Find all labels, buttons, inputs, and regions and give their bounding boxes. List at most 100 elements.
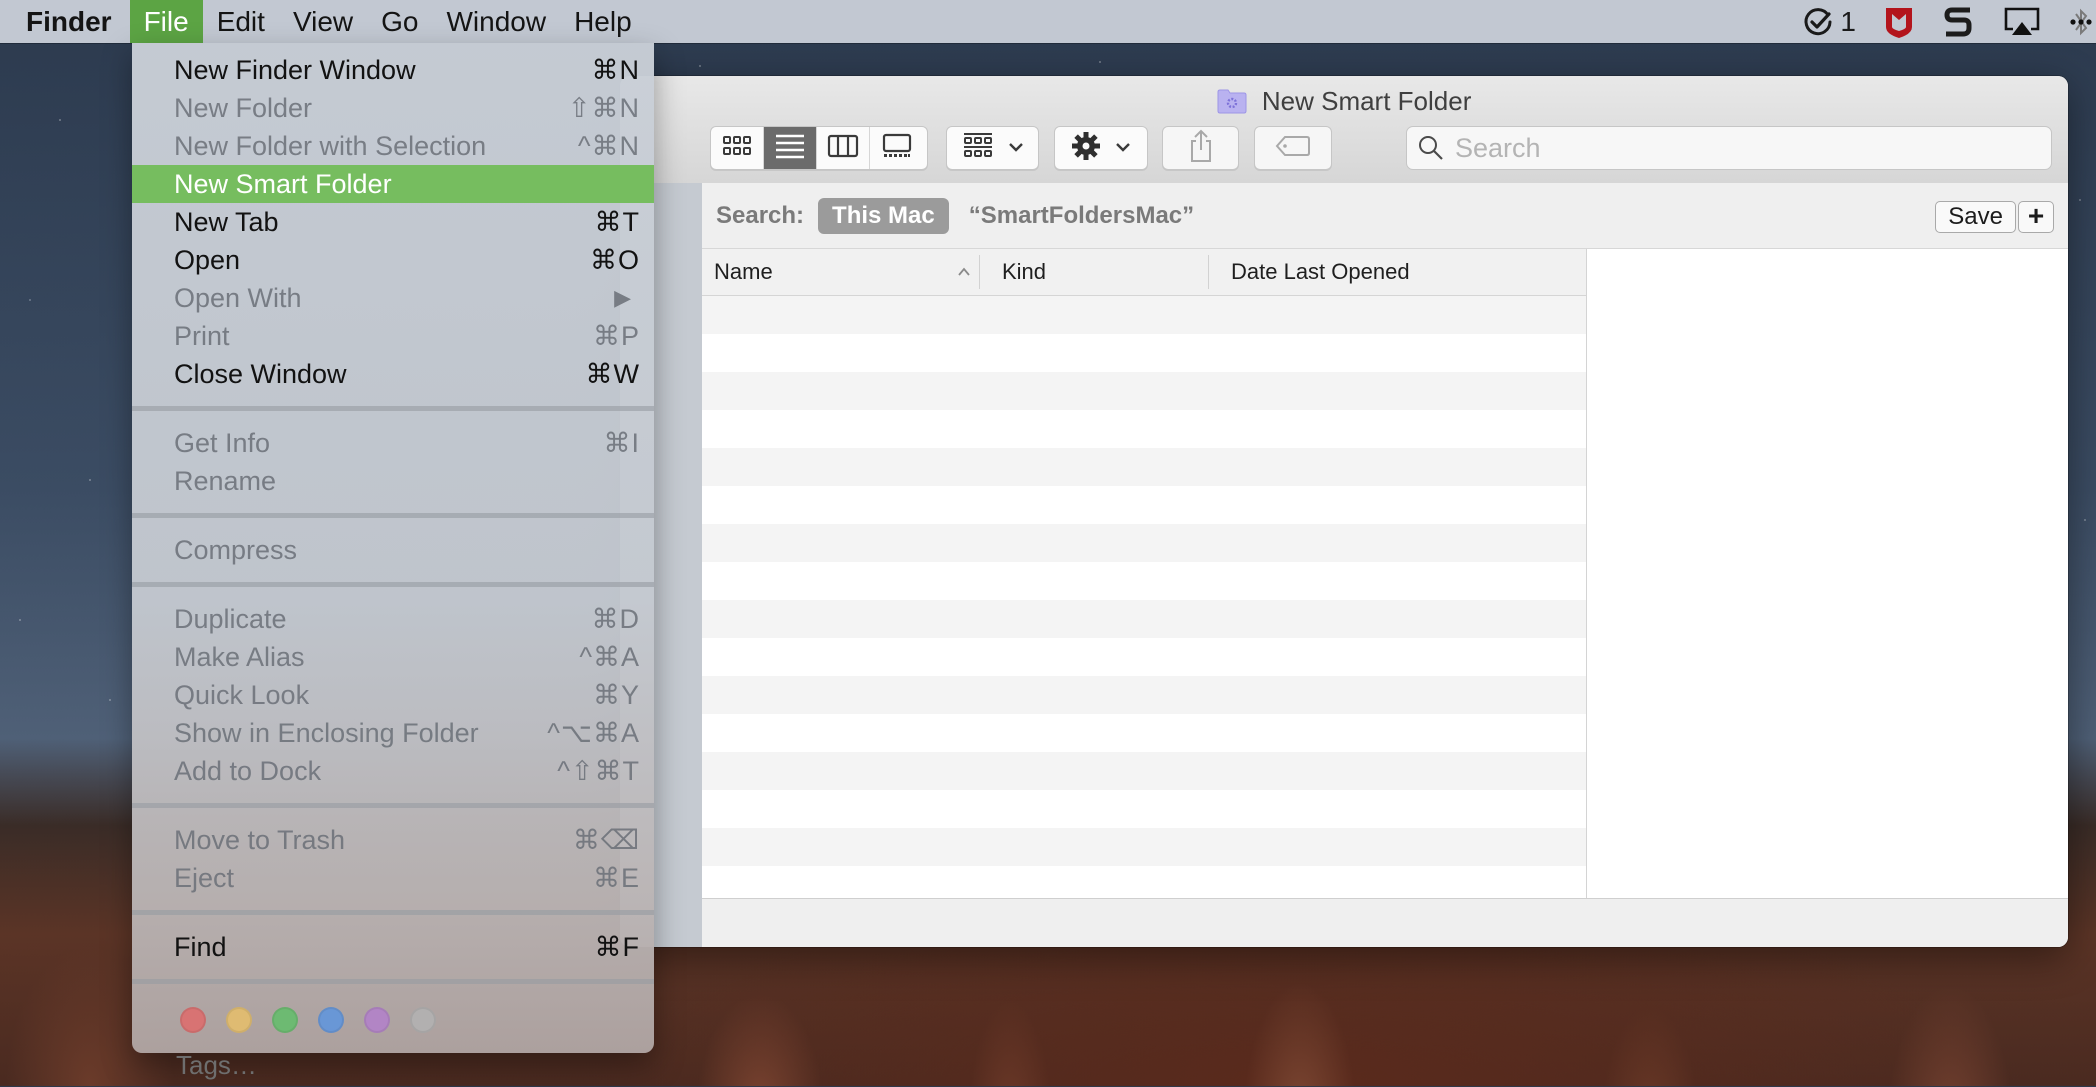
gallery-view-button[interactable] — [870, 127, 923, 169]
menu-item-shortcut: ⌘⌫ — [572, 825, 640, 855]
menu-item-print[interactable]: Print ⌘P — [132, 317, 654, 355]
menu-item-label: New Tab — [174, 207, 279, 237]
tag-color-gray[interactable] — [410, 1007, 436, 1033]
tag-color-blue[interactable] — [318, 1007, 344, 1033]
menubar-help[interactable]: Help — [560, 0, 646, 43]
menu-item-label: Quick Look — [174, 680, 310, 710]
menu-item-open[interactable]: Open ⌘O — [132, 241, 654, 279]
save-search-button[interactable]: Save — [1935, 201, 2016, 233]
menu-item-duplicate[interactable]: Duplicate ⌘D — [132, 600, 654, 638]
menu-item-new-finder-window[interactable]: New Finder Window ⌘N — [132, 51, 654, 89]
menu-item-shortcut: ⌘Y — [592, 680, 640, 710]
empty-row — [702, 524, 1586, 562]
column-divider[interactable] — [1208, 255, 1209, 289]
menu-item-label: New Folder with Selection — [174, 131, 487, 161]
menu-item-shortcut: ⌘F — [594, 932, 640, 962]
menu-item-shortcut: ^⌘N — [577, 131, 640, 161]
menu-item-make-alias[interactable]: Make Alias ^⌘A — [132, 638, 654, 676]
status-item-airplay[interactable] — [2004, 0, 2040, 43]
column-view-icon — [827, 134, 859, 163]
empty-row — [702, 752, 1586, 790]
tag-icon — [1275, 135, 1311, 162]
menubar-go[interactable]: Go — [367, 0, 432, 43]
menu-item-new-folder[interactable]: New Folder ⇧⌘N — [132, 89, 654, 127]
menu-item-label: New Folder — [174, 93, 313, 123]
status-item-tasks[interactable]: 1 — [1802, 0, 1856, 43]
gear-icon — [1071, 131, 1101, 166]
scope-this-mac-button[interactable]: This Mac — [818, 197, 949, 234]
menu-item-label: Move to Trash — [174, 825, 346, 855]
menu-separator — [132, 910, 654, 915]
preview-pane — [1586, 249, 2068, 899]
menu-item-new-tab[interactable]: New Tab ⌘T — [132, 203, 654, 241]
menubar-app-finder[interactable]: Finder — [0, 0, 130, 43]
menu-item-tags[interactable]: Tags… — [132, 1043, 654, 1087]
window-titlebar-toolbar: New Smart Folder — [620, 76, 2068, 184]
column-view-button[interactable] — [817, 127, 870, 169]
search-scope-label: Search: — [716, 201, 805, 229]
menu-item-open-with[interactable]: Open With ▶ — [132, 279, 654, 317]
status-item-bluetooth[interactable] — [2070, 0, 2092, 43]
menu-item-label: New Finder Window — [174, 55, 416, 85]
empty-row — [702, 866, 1586, 899]
menu-item-new-folder-with-selection[interactable]: New Folder with Selection ^⌘N — [132, 127, 654, 165]
menubar-edit[interactable]: Edit — [203, 0, 279, 43]
column-header-kind[interactable]: Kind — [1002, 249, 1046, 295]
tag-color-purple[interactable] — [364, 1007, 390, 1033]
menu-item-add-to-dock[interactable]: Add to Dock ^⇧⌘T — [132, 752, 654, 790]
menu-item-shortcut: ⌘O — [589, 245, 640, 275]
status-item-mcafee[interactable] — [1884, 0, 1914, 43]
column-header-name[interactable]: Name — [714, 249, 972, 295]
menu-item-shortcut: ⌘E — [592, 863, 640, 893]
add-criteria-button[interactable]: + — [2018, 201, 2054, 233]
menu-item-show-in-enclosing-folder[interactable]: Show in Enclosing Folder ^⌥⌘A — [132, 714, 654, 752]
menubar-view[interactable]: View — [279, 0, 367, 43]
menu-item-quick-look[interactable]: Quick Look ⌘Y — [132, 676, 654, 714]
menu-item-new-smart-folder[interactable]: New Smart Folder — [132, 165, 654, 203]
tag-color-orange-yellow[interactable] — [226, 1007, 252, 1033]
menu-item-label: Close Window — [174, 359, 347, 389]
search-icon — [1417, 134, 1445, 162]
list-view-button[interactable] — [764, 127, 817, 169]
gallery-view-icon — [881, 133, 913, 164]
search-query-token[interactable]: “SmartFoldersMac” — [969, 202, 1194, 230]
menu-item-get-info[interactable]: Get Info ⌘I — [132, 424, 654, 462]
menu-item-label: Open With — [174, 283, 302, 313]
sort-ascending-icon — [956, 249, 972, 311]
finder-window: New Smart Folder Search Search: This Mac… — [620, 76, 2068, 947]
tag-color-picker — [132, 997, 654, 1043]
menu-item-close-window[interactable]: Close Window ⌘W — [132, 355, 654, 393]
menu-item-label: Show in Enclosing Folder — [174, 718, 479, 748]
menu-item-label: Add to Dock — [174, 756, 322, 786]
tag-button[interactable] — [1254, 126, 1332, 170]
tag-color-green[interactable] — [272, 1007, 298, 1033]
status-menu-area: 1 — [1780, 0, 2096, 43]
empty-row — [702, 828, 1586, 866]
menu-item-eject[interactable]: Eject ⌘E — [132, 859, 654, 897]
share-icon — [1188, 129, 1214, 168]
group-by-button[interactable] — [946, 126, 1039, 170]
action-button[interactable] — [1054, 126, 1148, 170]
tag-color-red[interactable] — [180, 1007, 206, 1033]
empty-row — [702, 600, 1586, 638]
view-mode-control — [710, 126, 928, 170]
menu-item-rename[interactable]: Rename — [132, 462, 654, 500]
search-input[interactable] — [1453, 131, 2017, 165]
column-divider[interactable] — [979, 255, 980, 289]
status-item-s-app[interactable] — [1944, 0, 1972, 43]
column-header-date-last-opened[interactable]: Date Last Opened — [1231, 249, 1410, 295]
menubar-file[interactable]: File — [129, 0, 203, 43]
column-header-name-label: Name — [714, 259, 773, 284]
search-field[interactable] — [1406, 126, 2052, 170]
menu-item-shortcut: ⌘N — [591, 55, 640, 85]
menu-item-find[interactable]: Find ⌘F — [132, 928, 654, 966]
menu-item-move-to-trash[interactable]: Move to Trash ⌘⌫ — [132, 821, 654, 859]
menu-item-shortcut: ^⌥⌘A — [547, 718, 640, 748]
menu-item-shortcut: ⌘W — [585, 359, 640, 389]
share-button[interactable] — [1162, 126, 1239, 170]
icon-view-button[interactable] — [711, 127, 764, 169]
menu-item-compress[interactable]: Compress — [132, 531, 654, 569]
menu-item-shortcut: ⌘T — [594, 207, 640, 237]
menubar-window[interactable]: Window — [432, 0, 560, 43]
empty-row — [702, 296, 1586, 334]
